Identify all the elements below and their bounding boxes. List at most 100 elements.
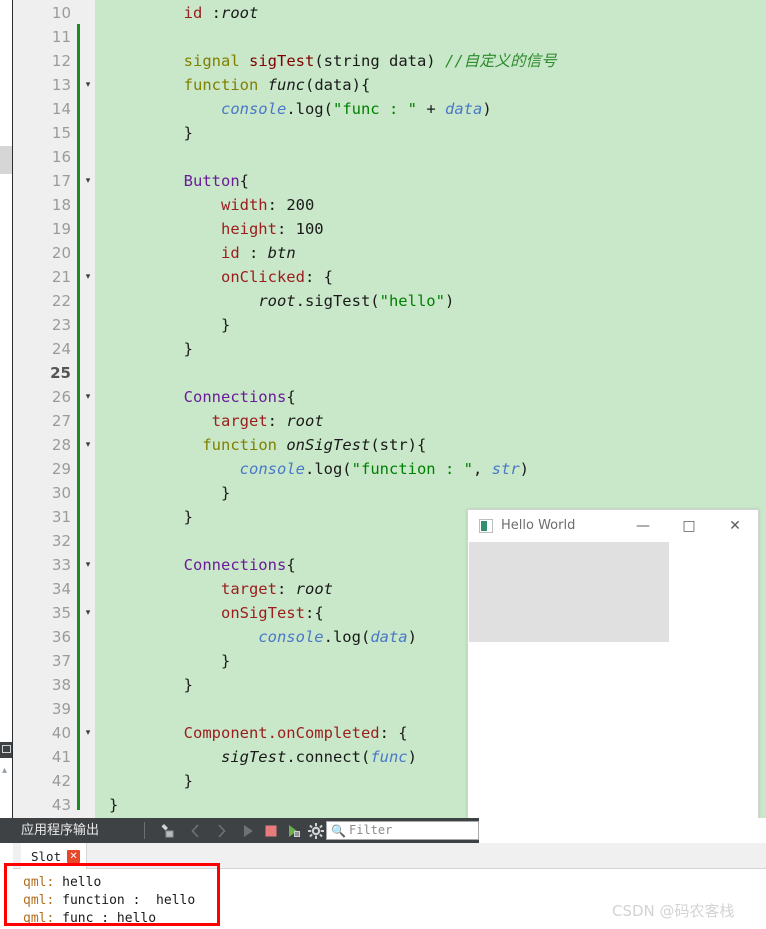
code-token: data (444, 100, 483, 118)
line-number: 17 (51, 172, 71, 190)
search-icon: 🔍 (331, 824, 346, 838)
code-token: signal (183, 52, 240, 70)
code-token: : (267, 412, 287, 430)
line-number: 13 (51, 76, 71, 94)
code-line: } (109, 673, 193, 697)
code-line: console.log(data) (109, 625, 417, 649)
panel-glyph-icon (2, 745, 11, 753)
fold-toggle-icon[interactable]: ▾ (81, 73, 95, 97)
code-line: height: 100 (109, 217, 324, 241)
line-number: 42 (51, 772, 71, 790)
code-token: { (286, 388, 296, 406)
line-number: 36 (51, 628, 71, 646)
code-line: } (109, 313, 230, 337)
code-token: sigTest (249, 52, 315, 70)
line-number: 41 (51, 748, 71, 766)
prev-item-icon[interactable] (187, 822, 205, 840)
code-line: } (109, 481, 230, 505)
code-token: { (286, 556, 296, 574)
run-icon[interactable] (239, 822, 257, 840)
output-pane-title: 应用程序输出 (21, 823, 100, 838)
line-number: 18 (51, 196, 71, 214)
line-number: 31 (51, 508, 71, 526)
code-line: } (109, 793, 118, 817)
code-token: onSigTest (220, 604, 305, 622)
maximize-button[interactable]: □ (666, 510, 712, 542)
code-token: root (258, 292, 296, 310)
line-number: 20 (51, 244, 71, 262)
code-token: ) (407, 628, 417, 646)
fold-toggle-icon[interactable]: ▾ (81, 553, 95, 577)
window-title-bar[interactable]: Hello World — □ ✕ (468, 510, 758, 542)
filter-input[interactable]: 🔍 Filter (326, 821, 479, 840)
code-token: (data){ (304, 76, 371, 94)
code-token: } (109, 124, 193, 142)
code-token: : (248, 244, 268, 262)
line-number: 16 (51, 148, 71, 166)
stop-icon[interactable] (262, 822, 280, 840)
code-token: func (370, 748, 408, 766)
minimize-button[interactable]: — (620, 510, 666, 542)
tab-slot[interactable]: Slot ✕ (21, 843, 88, 869)
code-token: "func : " (332, 100, 417, 118)
fold-toggle-icon[interactable]: ▾ (81, 721, 95, 745)
console-line: qml: function : hello (23, 892, 195, 910)
code-token: id (183, 4, 212, 22)
clear-output-icon[interactable] (159, 822, 177, 840)
next-item-icon[interactable] (212, 822, 230, 840)
code-token: btn (267, 244, 296, 262)
output-header-cap (0, 818, 13, 843)
line-number: 14 (51, 100, 71, 118)
header-right-fill (479, 818, 766, 843)
console-line-text: func : hello (62, 911, 157, 926)
output-header: 应用程序输出 🔍 Filter (13, 818, 766, 843)
tab-slot-label: Slot (31, 848, 62, 864)
line-number: 32 (51, 532, 71, 550)
code-token: .sigTest( (295, 292, 380, 310)
console-line: qml: func : hello (23, 910, 156, 928)
toolbar-separator (144, 822, 145, 839)
chevron-up-icon[interactable]: ▴ (2, 766, 12, 776)
line-number: 24 (51, 340, 71, 358)
code-token: : 200 (267, 196, 315, 214)
qml-button[interactable] (469, 542, 669, 642)
console-line-prefix: qml: (23, 875, 63, 890)
code-token: "function : " (351, 460, 473, 478)
code-line: Connections{ (109, 385, 296, 409)
fold-toggle-icon[interactable]: ▾ (81, 433, 95, 457)
watermark: CSDN @码农客栈 (612, 902, 735, 920)
code-token: + (416, 100, 445, 118)
code-token: sigTest (220, 748, 287, 766)
code-token: func (267, 76, 305, 94)
settings-icon[interactable] (307, 822, 325, 840)
fold-toggle-icon[interactable]: ▾ (81, 265, 95, 289)
close-icon[interactable]: ✕ (67, 849, 81, 863)
left-sidebar-strip: ▴ (0, 0, 13, 818)
close-button[interactable]: ✕ (712, 510, 758, 542)
code-token: root (286, 412, 324, 430)
code-line: console.log("func : " + data) (109, 97, 492, 121)
line-number: 29 (51, 460, 71, 478)
line-number: 25 (50, 364, 71, 382)
sidebar-scroll-block[interactable] (0, 146, 12, 174)
fold-toggle-icon[interactable]: ▾ (81, 169, 95, 193)
line-number: 35 (51, 604, 71, 622)
line-number: 30 (51, 484, 71, 502)
code-token: //自定义的信号 (444, 52, 557, 70)
code-token: } (109, 340, 193, 358)
console-line-prefix: qml: (23, 911, 63, 926)
run-debug-icon[interactable] (285, 822, 303, 840)
fold-toggle-icon[interactable]: ▾ (81, 601, 95, 625)
fold-toggle-icon[interactable]: ▾ (81, 385, 95, 409)
code-token: "hello" (379, 292, 445, 310)
code-line: Button{ (109, 169, 249, 193)
line-number: 26 (51, 388, 71, 406)
window-title: Hello World (501, 518, 576, 533)
